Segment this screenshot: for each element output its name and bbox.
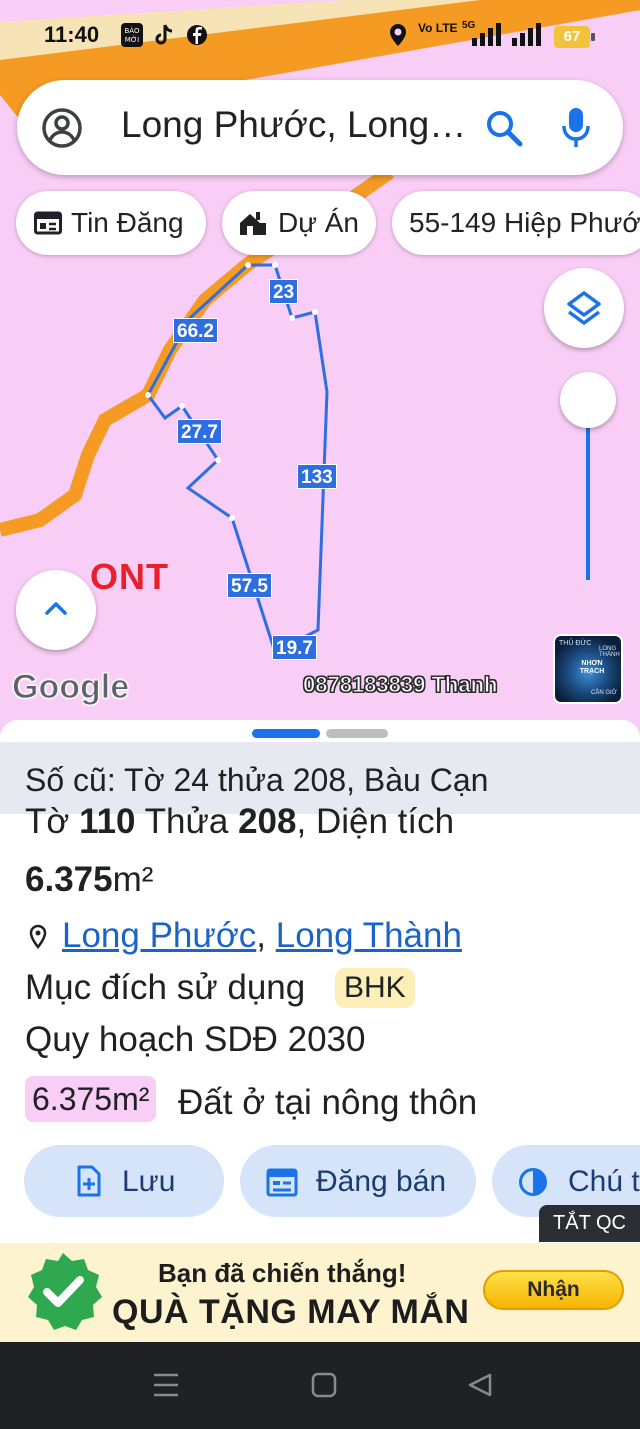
mic-icon[interactable] [560, 106, 592, 150]
region-thumbnail[interactable]: THỦ ĐỨC NHƠN TRẠCH LONG THÀNH CẦN GIỜ [553, 634, 623, 704]
google-logo: Google [11, 668, 130, 707]
clock: 11:40 [44, 22, 100, 47]
location-pin-icon [29, 924, 47, 949]
parcel-area: 6.375m² [25, 860, 153, 900]
post-sale-button[interactable]: Đăng bán [240, 1145, 476, 1217]
bao-moi-icon: BÁOMỚI [121, 23, 143, 47]
purpose-badge: BHK [335, 968, 415, 1008]
sheet-number: 110 [79, 802, 136, 841]
layers-icon [567, 291, 601, 325]
chip-address[interactable]: 55-149 Hiệp Phước [392, 191, 640, 255]
home-icon[interactable] [311, 1372, 337, 1398]
thumbnail-label: THỦ ĐỨC [559, 640, 592, 647]
chevron-up-icon [45, 602, 67, 615]
ad-banner[interactable]: Bạn đã chiến thắng! QUÀ TẶNG MAY MẮN Nhậ… [0, 1243, 640, 1342]
listing-icon [34, 211, 62, 235]
edge-length-label: 19.7 [272, 635, 317, 660]
chip-label: Dự Án [278, 207, 359, 238]
post-sale-label: Đăng bán [316, 1165, 447, 1198]
facebook-icon [187, 25, 207, 45]
plan-label: Quy hoạch SDĐ 2030 [25, 1020, 366, 1059]
thumbnail-label: NHƠN TRẠCH [579, 660, 605, 675]
area-word: , Diện tích [296, 802, 455, 841]
location-icon [390, 24, 406, 46]
ad-claim-button[interactable]: Nhận [483, 1270, 624, 1310]
signal-icon [472, 23, 501, 46]
expand-button[interactable] [16, 570, 96, 650]
account-icon[interactable] [41, 107, 83, 149]
opacity-slider-thumb[interactable] [560, 372, 616, 428]
legend-label: Chú thích [568, 1165, 640, 1198]
area-unit: m² [112, 860, 154, 899]
search-bar[interactable]: Long Phước, Long… [17, 80, 623, 175]
search-input[interactable]: Long Phước, Long… [121, 104, 481, 146]
signal-icon-2 [512, 23, 541, 46]
save-icon [77, 1165, 101, 1197]
network-label: Vo LTE [418, 21, 458, 35]
zone-area-badge: 6.375m² [25, 1076, 157, 1122]
edge-length-label: 57.5 [227, 573, 272, 598]
edge-length-label: 66.2 [173, 318, 218, 343]
chip-projects[interactable]: Dự Án [222, 191, 376, 255]
sheet-handle-active[interactable] [252, 729, 320, 738]
status-bar: 11:40 BÁO MỚI Vo LTE 5G 67 [0, 0, 640, 72]
zone-description: Đất ở tại nông thôn [178, 1083, 478, 1122]
zone-label: ONT [90, 556, 169, 597]
save-label: Lưu [122, 1165, 176, 1198]
thumbnail-label: LONG THÀNH [599, 646, 620, 658]
edge-length-label: 133 [297, 464, 337, 489]
search-icon[interactable] [484, 108, 524, 148]
ad-headline: Bạn đã chiến thắng! [158, 1258, 407, 1288]
watermark-text: 0878183839 Thanh [302, 672, 498, 698]
svg-text:BÁO: BÁO [125, 26, 140, 35]
district-link[interactable]: Long Thành [276, 916, 462, 955]
close-ad-button[interactable]: TẮT QC [539, 1205, 640, 1242]
battery-level: 67 [554, 26, 595, 48]
sheet-handle[interactable] [326, 729, 388, 738]
purpose-label: Mục đích sử dụng [25, 968, 306, 1007]
edge-length-label: 23 [269, 279, 299, 304]
plot-number: 208 [238, 802, 297, 841]
chip-label: 55-149 Hiệp Phước [409, 207, 640, 238]
svg-text:MỚI: MỚI [125, 35, 140, 44]
plot-word: Thửa [135, 802, 239, 841]
tiktok-icon [155, 24, 173, 45]
system-nav-bar [0, 1342, 640, 1429]
layers-button[interactable] [544, 268, 624, 348]
parcel-location: Long Phước, Long Thành [62, 916, 462, 956]
ward-link[interactable]: Long Phước [62, 916, 256, 955]
contrast-icon [519, 1168, 547, 1196]
map-view[interactable]: 23 66.2 27.7 133 57.5 19.7 ONT 11:40 BÁO… [0, 0, 640, 740]
thumbnail-label: CẦN GIỜ [591, 690, 617, 696]
area-value: 6.375 [25, 860, 113, 899]
old-parcel-text: Số cũ: Tờ 24 thửa 208, Bàu Cạn [25, 762, 489, 798]
title-prefix: Tờ [25, 802, 80, 841]
ad-title: QUÀ TẶNG MAY MẮN [112, 1293, 470, 1331]
location-separator: , [256, 916, 276, 955]
edge-length-label: 27.7 [177, 419, 222, 444]
project-icon [240, 212, 266, 235]
save-button[interactable]: Lưu [24, 1145, 224, 1217]
calendar-icon [266, 1168, 298, 1197]
menu-icon[interactable] [152, 1372, 180, 1398]
check-badge-icon [28, 1253, 102, 1330]
parcel-title: Tờ 110 Thửa 208, Diện tích [25, 802, 454, 842]
chip-label: Tin Đăng [71, 207, 184, 238]
chip-listings[interactable]: Tin Đăng [16, 191, 206, 255]
back-icon[interactable] [466, 1372, 494, 1398]
